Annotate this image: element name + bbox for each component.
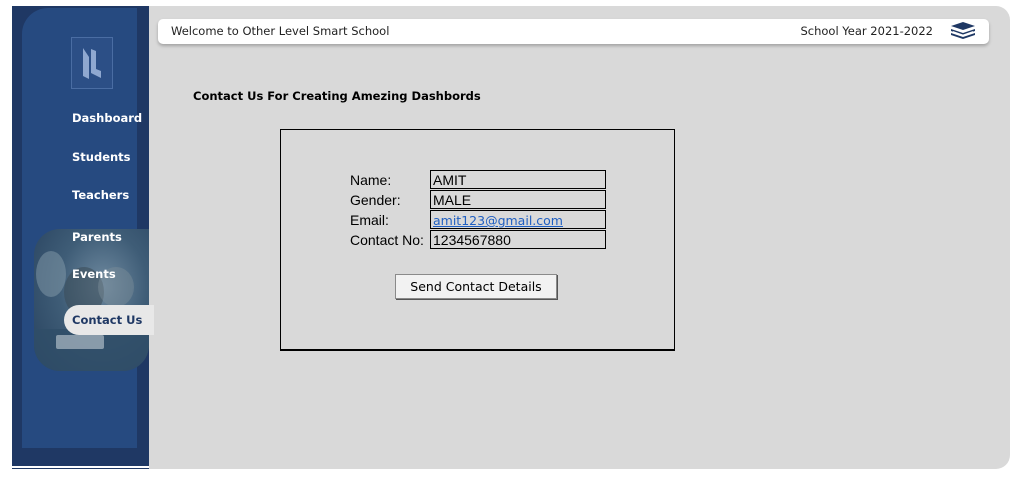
students-photo xyxy=(34,229,149,371)
sidebar-divider xyxy=(12,466,149,468)
sidebar-item-events[interactable]: Events xyxy=(72,267,116,281)
sidebar-item-parents[interactable]: Parents xyxy=(72,230,122,244)
sidebar-item-teachers[interactable]: Teachers xyxy=(72,188,129,202)
name-label: Name: xyxy=(350,172,392,188)
welcome-text: Welcome to Other Level Smart School xyxy=(171,24,390,38)
school-logo-icon[interactable] xyxy=(71,37,113,89)
gender-label: Gender: xyxy=(350,192,401,208)
header-bar: Welcome to Other Level Smart School Scho… xyxy=(158,19,989,44)
books-icon xyxy=(951,22,975,39)
contact-no-label: Contact No: xyxy=(350,232,424,248)
sidebar-item-contact-us[interactable]: Contact Us xyxy=(72,313,142,327)
contact-no-field[interactable]: 1234567880 xyxy=(430,230,606,249)
gender-field[interactable]: MALE xyxy=(430,190,606,209)
email-label: Email: xyxy=(350,212,389,228)
send-contact-details-button[interactable]: Send Contact Details xyxy=(395,274,557,299)
name-field[interactable]: AMIT xyxy=(430,170,606,189)
school-year-text: School Year 2021-2022 xyxy=(800,24,933,38)
sidebar-item-students[interactable]: Students xyxy=(72,150,131,164)
sidebar-item-dashboard[interactable]: Dashboard xyxy=(72,111,142,125)
page-title: Contact Us For Creating Amezing Dashbord… xyxy=(193,89,481,103)
email-field[interactable]: amit123@gmail.com xyxy=(430,210,606,229)
